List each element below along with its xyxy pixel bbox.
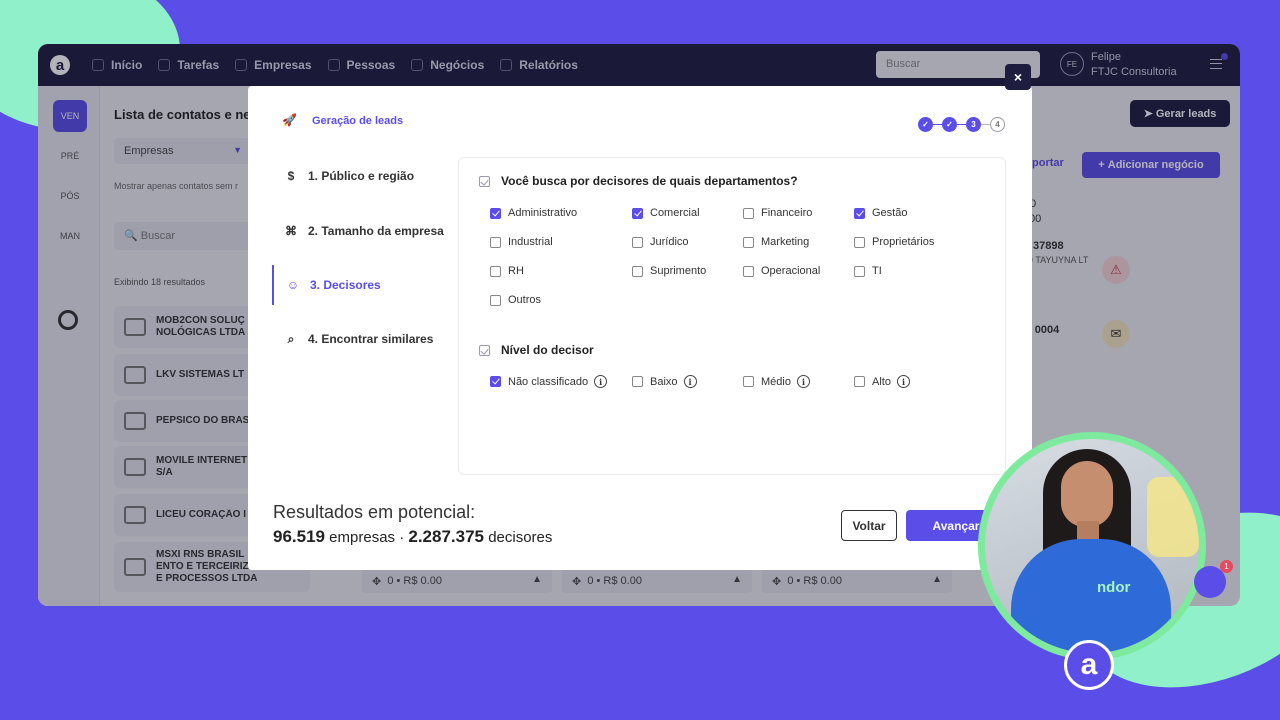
dept-marketing[interactable]: Marketing xyxy=(743,236,809,248)
presenter-neck xyxy=(1077,521,1099,541)
checkbox[interactable] xyxy=(490,265,501,277)
step-todo: 4 xyxy=(990,117,1005,132)
checkbox[interactable] xyxy=(743,207,754,219)
background-object xyxy=(1147,477,1199,557)
back-button[interactable]: Voltar xyxy=(841,510,897,541)
presenter-shirt xyxy=(1011,539,1171,653)
dept-proprietarios[interactable]: Proprietários xyxy=(854,236,934,248)
step-connector xyxy=(933,123,942,126)
question-departments: Você busca por decisores de quais depart… xyxy=(479,174,798,188)
step-connector xyxy=(957,123,966,126)
checkbox[interactable] xyxy=(632,265,643,277)
dept-industrial[interactable]: Industrial xyxy=(490,236,553,248)
step-connector xyxy=(981,123,990,126)
level-baixo[interactable]: Baixo i xyxy=(632,375,697,388)
brand-logo-badge: a xyxy=(1064,640,1114,690)
question-level: Nível do decisor xyxy=(479,343,594,357)
level-nao-classificado[interactable]: Não classificado i xyxy=(490,375,608,388)
checkbox[interactable] xyxy=(490,236,501,248)
checkbox[interactable] xyxy=(854,376,865,387)
dept-operacional[interactable]: Operacional xyxy=(743,265,820,277)
presenter-face xyxy=(1061,461,1113,527)
checkbox[interactable] xyxy=(854,265,865,277)
checkbox[interactable] xyxy=(632,207,643,219)
modal-title: Geração de leads xyxy=(312,115,404,127)
info-icon[interactable]: i xyxy=(796,375,810,388)
results-values: 96.519 empresas · 2.287.375 decisores xyxy=(273,527,553,546)
people-icon: ☺ xyxy=(286,278,300,292)
checkbox[interactable] xyxy=(490,294,501,306)
presenter-image: ndor xyxy=(985,439,1199,653)
dept-ti[interactable]: TI xyxy=(854,265,882,277)
rocket-icon: 🚀 xyxy=(282,113,297,127)
progress-stepper: ✓ ✓ 3 4 xyxy=(918,117,1005,132)
check-square-icon xyxy=(479,175,490,187)
checkbox[interactable] xyxy=(743,376,754,387)
checkbox[interactable] xyxy=(743,236,754,248)
level-alto[interactable]: Alto i xyxy=(854,375,910,388)
dept-gestao[interactable]: Gestão xyxy=(854,207,907,219)
results-label: Resultados em potencial: xyxy=(273,502,476,522)
checkbox[interactable] xyxy=(854,236,865,248)
presenter-video: ndor xyxy=(978,432,1206,660)
info-icon[interactable]: i xyxy=(683,375,697,388)
checkbox[interactable] xyxy=(490,376,501,387)
lead-generation-modal: 🚀 Geração de leads × ✓ ✓ 3 4 $1. Público… xyxy=(248,64,1032,570)
close-button[interactable]: × xyxy=(1005,64,1031,90)
step-decisores[interactable]: ☺ 3. Decisores xyxy=(272,265,456,305)
checkbox[interactable] xyxy=(854,207,865,219)
dept-administrativo[interactable]: Administrativo xyxy=(490,207,577,219)
dept-outros[interactable]: Outros xyxy=(490,294,541,306)
info-icon[interactable]: i xyxy=(896,375,910,388)
org-chart-icon: ⌘ xyxy=(285,224,297,238)
info-icon[interactable]: i xyxy=(594,375,608,388)
dept-juridico[interactable]: Jurídico xyxy=(632,236,689,248)
check-square-icon xyxy=(479,344,490,356)
checkbox[interactable] xyxy=(490,207,501,219)
level-medio[interactable]: Médio i xyxy=(743,375,810,388)
search-icon: ⌕ xyxy=(287,331,295,346)
step-encontrar-similares[interactable]: ⌕ 4. Encontrar similares xyxy=(272,319,456,359)
step-publico-regiao[interactable]: $1. Público e região xyxy=(272,156,456,196)
question-panel: Você busca por decisores de quais depart… xyxy=(458,157,1006,475)
step-done-icon: ✓ xyxy=(918,117,933,132)
step-done-icon: ✓ xyxy=(942,117,957,132)
dept-comercial[interactable]: Comercial xyxy=(632,207,700,219)
dept-suprimento[interactable]: Suprimento xyxy=(632,265,706,277)
checkbox[interactable] xyxy=(743,265,754,277)
step-tamanho-empresa[interactable]: ⌘ 2. Tamanho da empresa xyxy=(272,211,456,251)
checkbox[interactable] xyxy=(632,376,643,387)
money-icon: $ xyxy=(287,169,295,183)
step-current: 3 xyxy=(966,117,981,132)
chat-count-badge: 1 xyxy=(1220,560,1233,573)
dept-rh[interactable]: RH xyxy=(490,265,524,277)
checkbox[interactable] xyxy=(632,236,643,248)
dept-financeiro[interactable]: Financeiro xyxy=(743,207,812,219)
shirt-text: ndor xyxy=(1097,579,1131,596)
